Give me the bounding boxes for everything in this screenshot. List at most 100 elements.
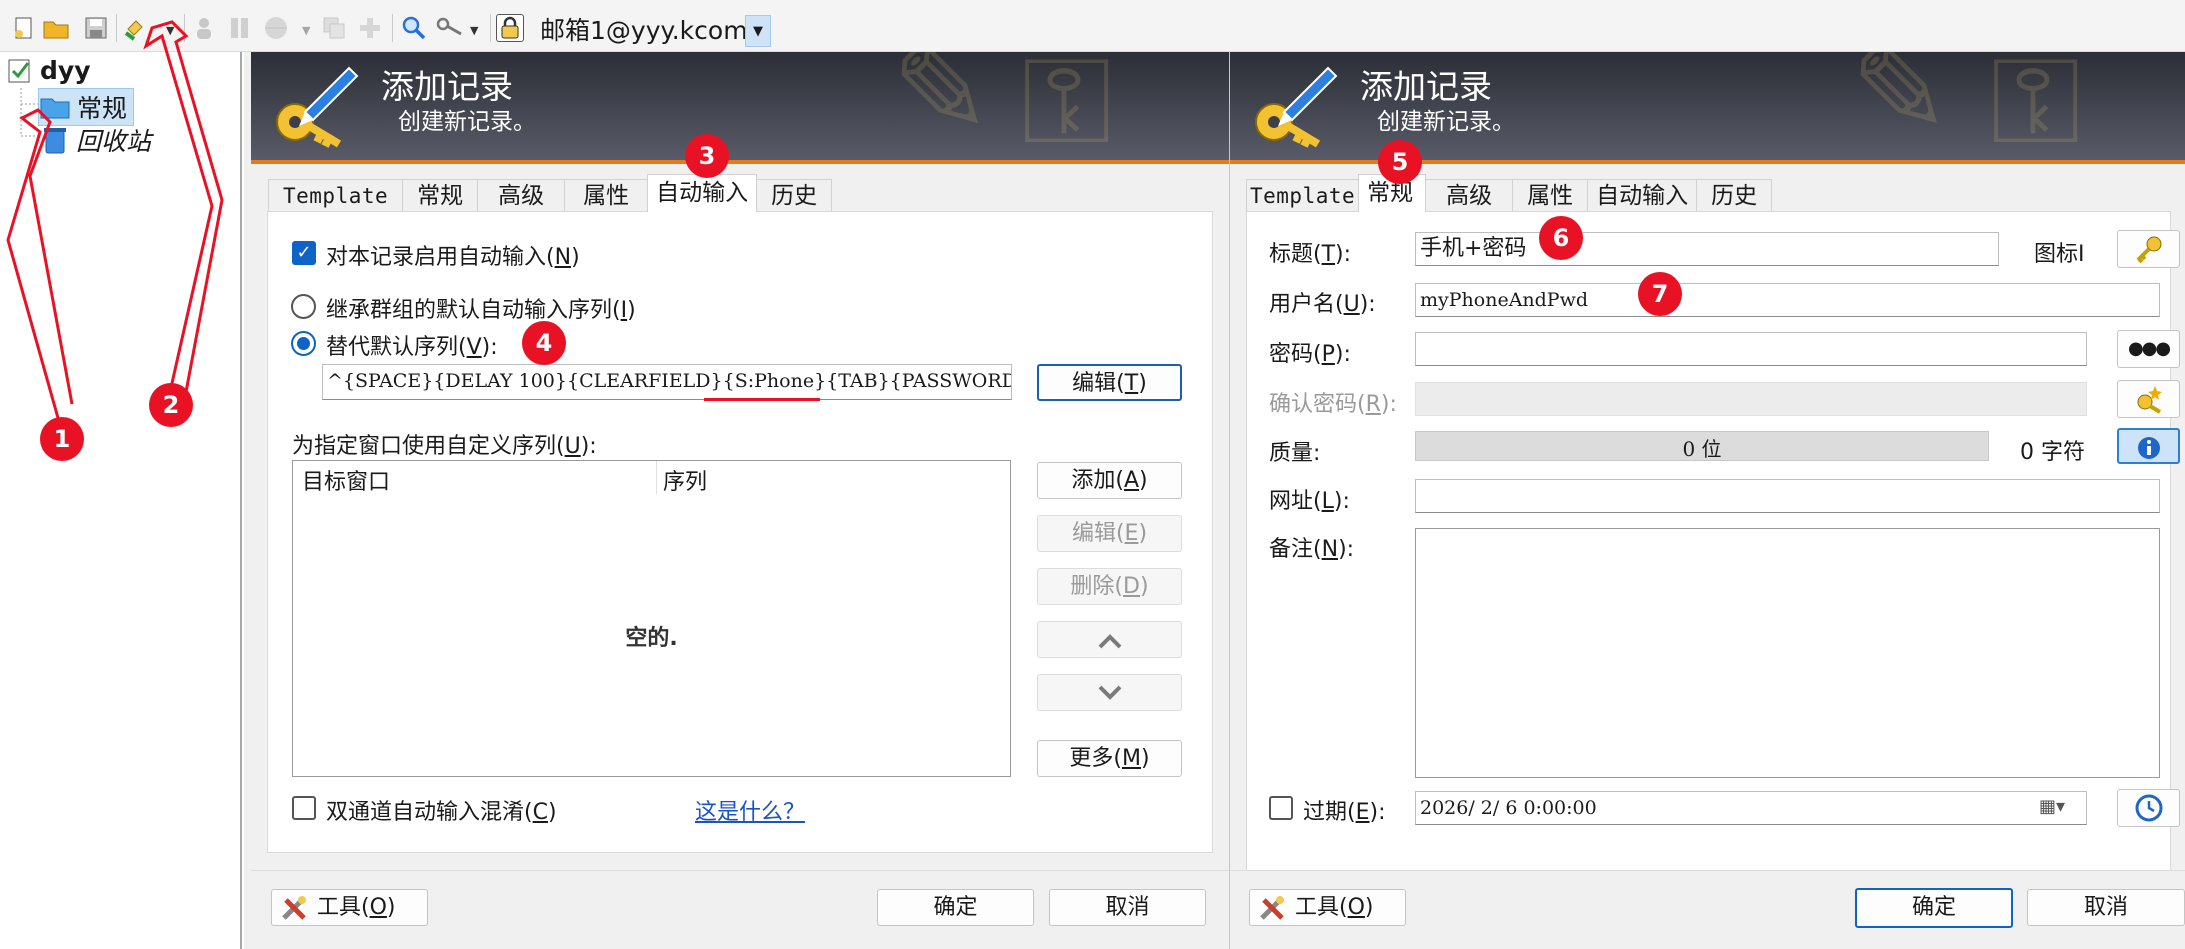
whats-this-link[interactable]: 这是什么？	[695, 794, 805, 826]
expires-label[interactable]: 过期(E):	[1303, 794, 1386, 826]
add-entry-icon[interactable]	[124, 14, 152, 42]
toolbar-separator	[184, 14, 185, 42]
annotation-marker-4: 4	[522, 321, 566, 365]
tab-history[interactable]: 历史	[756, 179, 833, 212]
move-up-button[interactable]	[1037, 621, 1182, 658]
tools-icon	[282, 896, 306, 920]
dialog-footer: 工具(O) 确定 取消	[1230, 870, 2185, 949]
expiry-presets-button[interactable]	[2117, 789, 2180, 827]
key-tools-icon[interactable]	[436, 14, 464, 42]
tree-item-label: 常规	[77, 94, 128, 123]
edit-window-button[interactable]: 编辑(E)	[1037, 515, 1182, 552]
autotype-sequence-input[interactable]: ^{SPACE}{DELAY 100}{CLEARFIELD}{S:Phone}…	[322, 364, 1012, 400]
annotation-marker-5: 5	[1378, 140, 1422, 184]
column-header-target-window[interactable]: 目标窗口	[302, 464, 390, 496]
inherit-sequence-label[interactable]: 继承群组的默认自动输入序列(I)	[326, 292, 636, 324]
custom-window-list[interactable]: 目标窗口 序列 空的.	[292, 460, 1011, 777]
tab-history[interactable]: 历史	[1696, 179, 1773, 212]
obfuscation-label[interactable]: 双通道自动输入混淆(C)	[326, 794, 557, 826]
open-url-icon[interactable]	[262, 14, 290, 42]
username-input[interactable]: myPhoneAndPwd	[1415, 283, 2160, 317]
column-header-sequence[interactable]: 序列	[663, 464, 707, 496]
tab-general[interactable]: 常规	[402, 179, 479, 212]
toggle-password-visibility-button[interactable]: ●●●	[2117, 330, 2180, 368]
save-icon[interactable]	[82, 14, 110, 42]
title-input[interactable]: 手机+密码	[1415, 232, 1999, 266]
icon-picker-button[interactable]	[2117, 230, 2180, 268]
add-entry-dropdown-icon[interactable]: ▼	[166, 24, 174, 37]
tab-autotype[interactable]: 自动输入	[647, 174, 758, 212]
info-icon	[2137, 437, 2160, 459]
tree-root[interactable]: dyy	[6, 56, 91, 85]
inherit-sequence-radio[interactable]	[291, 294, 316, 319]
tab-advanced[interactable]: 高级	[1425, 179, 1514, 212]
splitter[interactable]	[244, 52, 251, 949]
enable-autotype-checkbox[interactable]: ✓	[292, 241, 316, 265]
new-database-icon[interactable]	[10, 14, 38, 42]
copy-password-icon[interactable]	[226, 14, 254, 42]
tab-properties[interactable]: 属性	[564, 179, 649, 212]
password-generator-icon	[2137, 386, 2162, 414]
key-tools-dropdown-icon[interactable]: ▼	[470, 24, 478, 37]
tab-advanced[interactable]: 高级	[477, 179, 566, 212]
column-separator[interactable]	[656, 461, 657, 494]
copy-entry-icon[interactable]	[320, 14, 348, 42]
menu-bar-cutoff	[0, 0, 780, 8]
expiry-date-value: 2026/ 2/ 6 0:00:00	[1420, 797, 1597, 819]
generate-password-button[interactable]	[2117, 380, 2180, 418]
toolbar-separator	[392, 14, 393, 42]
tab-template[interactable]: Template	[268, 179, 404, 212]
custom-sequence-label: 为指定窗口使用自定义序列(U):	[292, 434, 597, 459]
database-selector[interactable]: 邮箱1@yyy.kcom	[538, 14, 768, 48]
cancel-button[interactable]: 取消	[2027, 889, 2185, 926]
quality-info-button[interactable]	[2117, 428, 2180, 464]
lock-workspace-icon[interactable]	[496, 14, 524, 42]
override-sequence-radio[interactable]	[291, 331, 316, 356]
tree-item-label: 回收站	[76, 127, 152, 156]
banner-watermark: ⚿	[1021, 52, 1113, 160]
toolbar-separator	[116, 14, 117, 42]
move-down-button[interactable]	[1037, 674, 1182, 711]
tree-item-general[interactable]: 常规	[38, 88, 135, 126]
delete-window-button[interactable]: 删除(D)	[1037, 568, 1182, 605]
tab-properties[interactable]: 属性	[1512, 179, 1589, 212]
tools-button[interactable]: 工具(O)	[1249, 889, 1406, 926]
notes-textarea[interactable]	[1415, 528, 2160, 778]
tab-autotype[interactable]: 自动输入	[1587, 179, 1698, 212]
enable-autotype-label[interactable]: 对本记录启用自动输入(N)	[326, 239, 580, 271]
tab-template[interactable]: Template	[1246, 179, 1360, 212]
override-sequence-label[interactable]: 替代默认序列(V):	[326, 329, 498, 361]
more-button[interactable]: 更多(M)	[1037, 740, 1182, 777]
ok-button[interactable]: 确定	[877, 889, 1034, 926]
copy-username-icon[interactable]	[190, 14, 218, 42]
sequence-phone-placeholder: {S:Phone}	[722, 370, 827, 392]
calendar-dropdown-icon[interactable]: ▦▾	[2039, 796, 2065, 817]
key-pen-icon	[1255, 66, 1338, 148]
password-input[interactable]	[1415, 332, 2087, 366]
confirm-password-input[interactable]	[1415, 382, 2087, 416]
phone-placeholder-underline	[704, 398, 820, 401]
obfuscation-checkbox[interactable]	[292, 796, 316, 820]
general-panel: 标题(T): 手机+密码 图标I 用户名(U): myPhoneAndPwd 密…	[1246, 211, 2180, 905]
database-dropdown-icon[interactable]: ▼	[745, 15, 771, 47]
annotation-marker-1: 1	[40, 417, 84, 461]
group-tree: dyy 常规 回收站	[0, 52, 242, 949]
url-input[interactable]	[1415, 479, 2160, 513]
cancel-button[interactable]: 取消	[1049, 889, 1206, 926]
ok-button[interactable]: 确定	[1855, 888, 2013, 928]
edit-sequence-button[interactable]: 编辑(T)	[1037, 364, 1182, 401]
tools-button[interactable]: 工具(O)	[271, 889, 428, 926]
annotation-marker-7: 7	[1638, 272, 1682, 316]
quality-label: 质量:	[1269, 441, 1321, 466]
toolbar-separator	[490, 14, 491, 42]
move-entry-icon[interactable]	[356, 14, 384, 42]
key-pen-icon	[276, 66, 359, 148]
open-folder-icon[interactable]	[42, 14, 70, 42]
open-url-dropdown-icon[interactable]: ▼	[302, 24, 310, 37]
add-window-button[interactable]: 添加(A)	[1037, 462, 1182, 499]
expires-checkbox[interactable]	[1269, 796, 1293, 820]
expiry-date-picker[interactable]: 2026/ 2/ 6 0:00:00	[1415, 791, 2087, 825]
dialog-subtitle: 创建新记录。	[398, 109, 536, 135]
tree-item-recycle-bin[interactable]: 回收站	[42, 122, 151, 158]
search-icon[interactable]	[400, 14, 428, 42]
